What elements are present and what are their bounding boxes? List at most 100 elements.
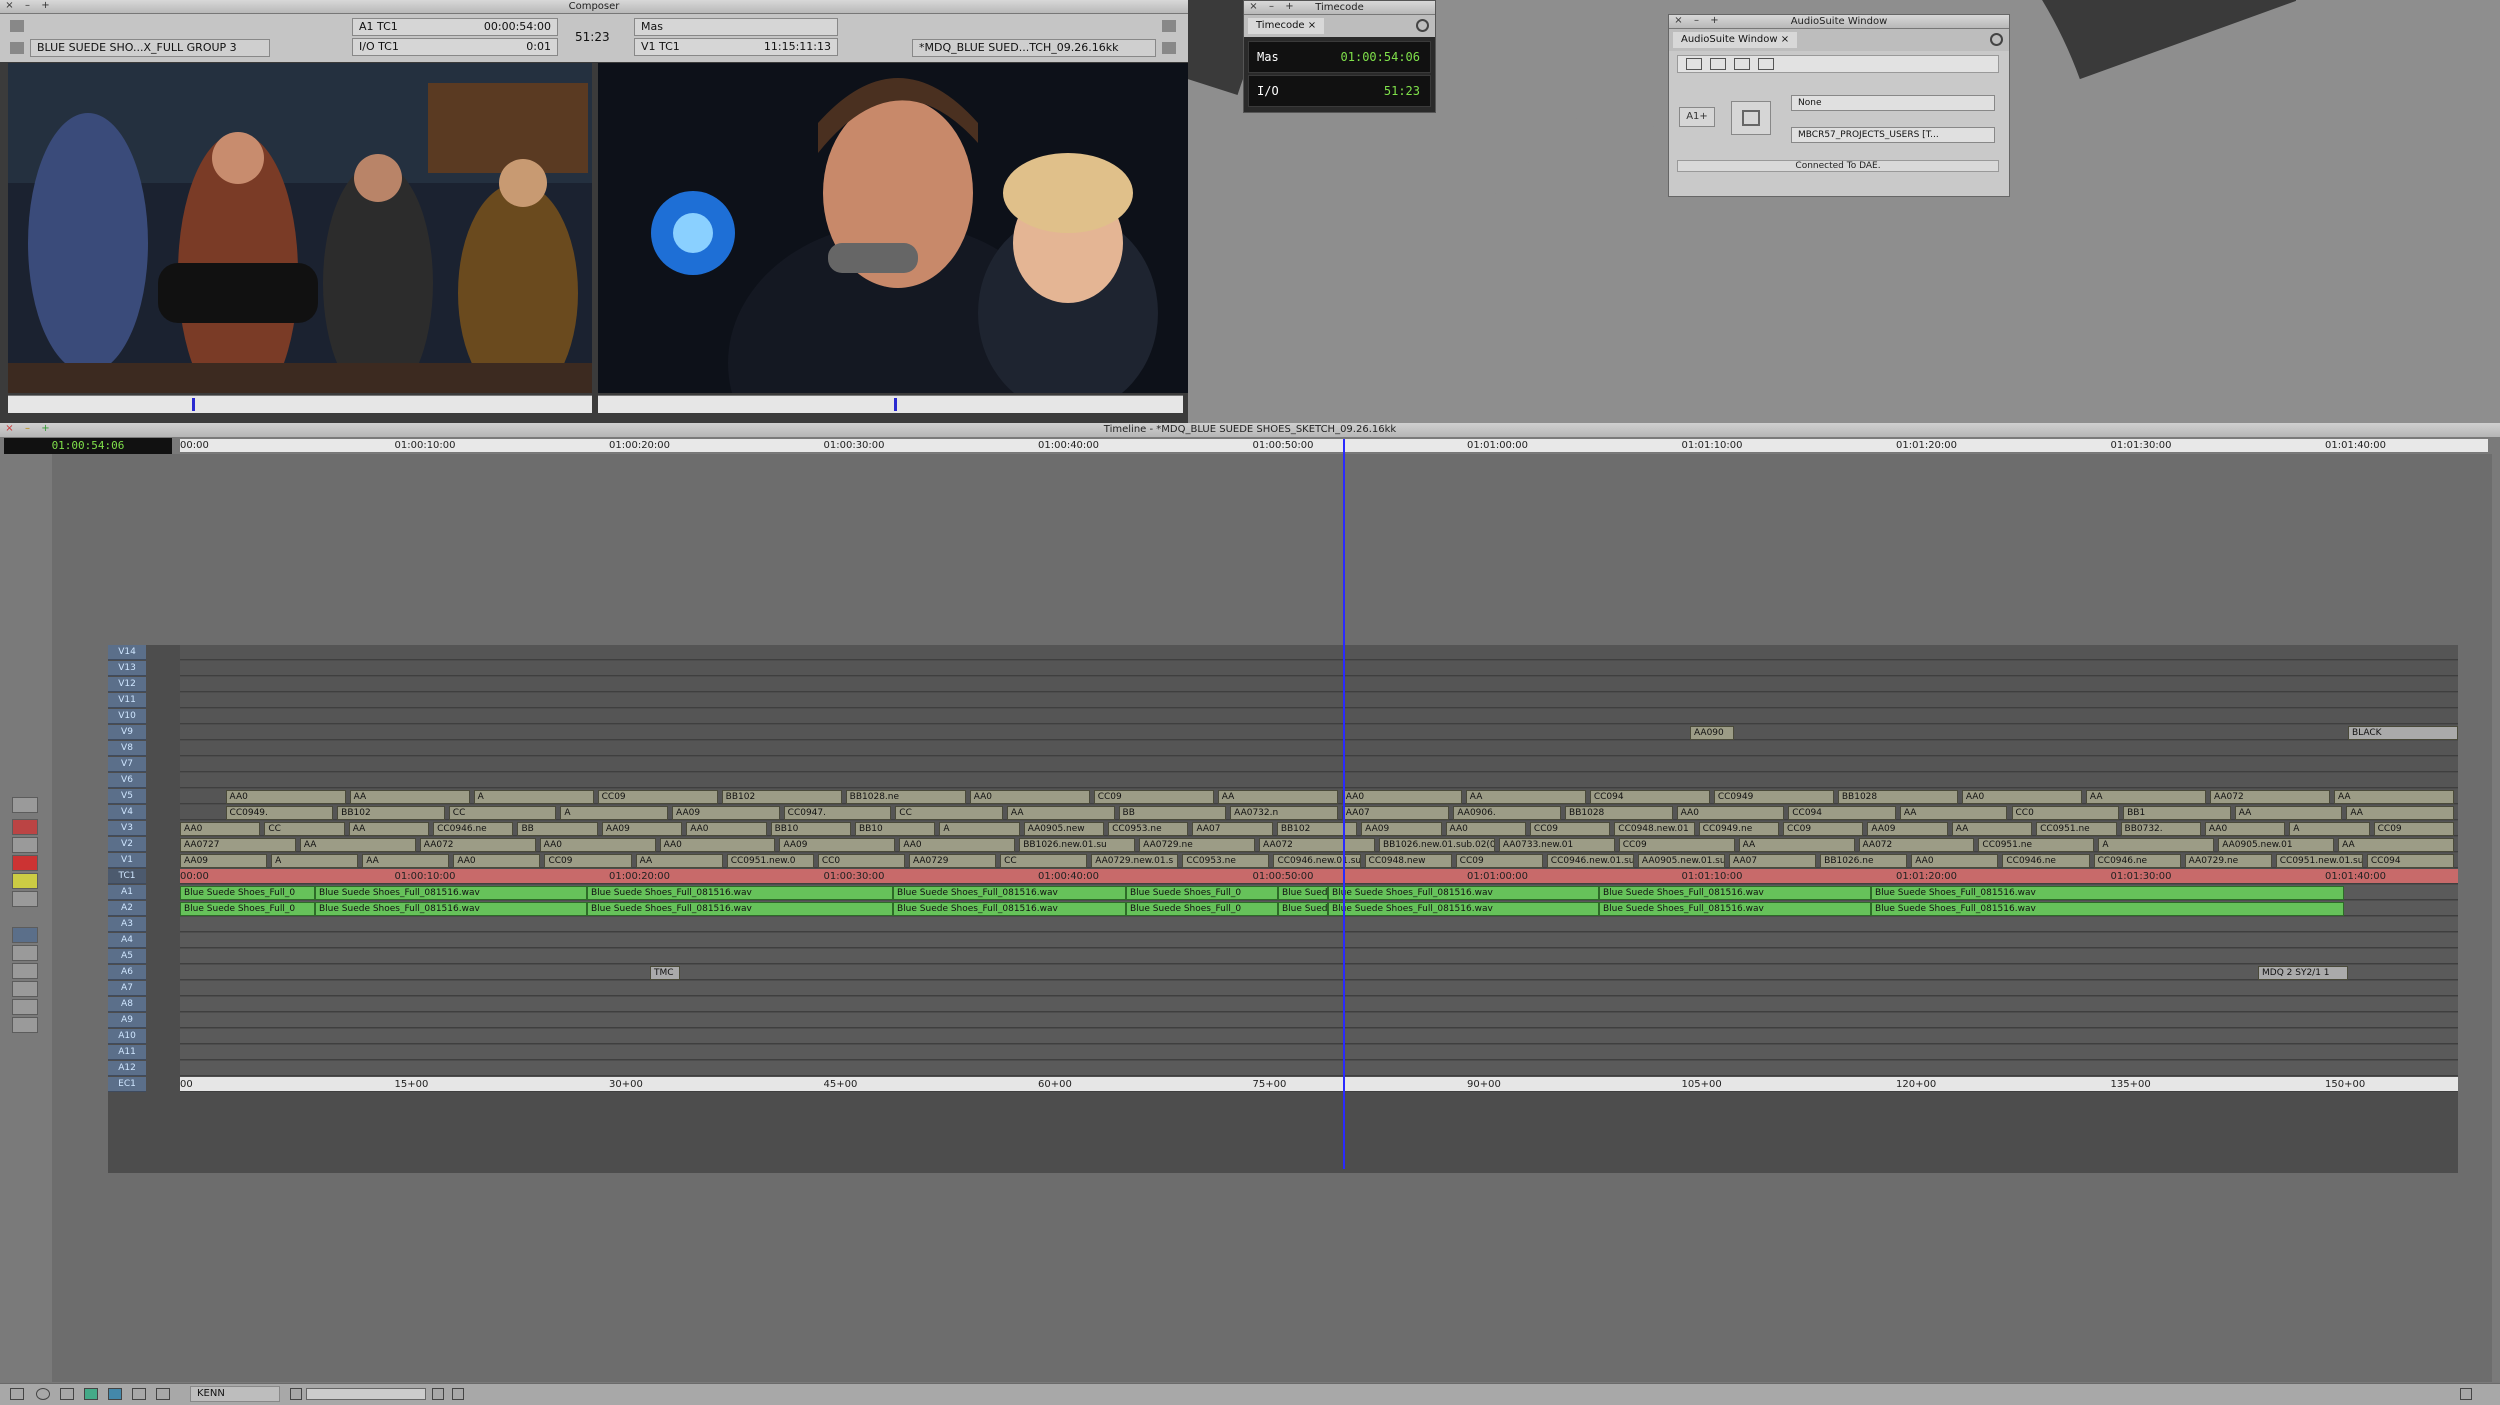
audio-clip[interactable]: Blue Suede Shoes_Full_081516.wav (1278, 902, 1328, 916)
video-clip[interactable]: A (271, 854, 359, 868)
extract-icon[interactable] (12, 873, 38, 889)
audio-clip[interactable]: Blue Suede Shoes_Full_0 (180, 886, 315, 900)
audio-clip[interactable]: Blue Suede Shoes_Full_081516.wav (1328, 902, 1599, 916)
video-clip[interactable]: AA0 (969, 790, 1090, 804)
destination-select[interactable]: MBCR57_PROJECTS_USERS [T... (1791, 127, 1995, 143)
track-selector-v7[interactable]: V7 (108, 757, 146, 772)
composer-title-bar[interactable]: × – + Composer (0, 0, 1188, 14)
audio-clip[interactable]: TMC (650, 966, 680, 980)
scroll-right-icon[interactable] (452, 1388, 464, 1400)
track-selector-v1[interactable]: V1 (108, 853, 146, 868)
video-clip[interactable]: AA07 (1729, 854, 1817, 868)
track-selector-v8[interactable]: V8 (108, 741, 146, 756)
source-monitor[interactable] (8, 63, 592, 393)
video-clip[interactable]: BB1 (2123, 806, 2231, 820)
audio-clip[interactable]: Blue Suede Shoes_Full_081516.wav (1328, 886, 1599, 900)
video-clip[interactable]: AA072 (1259, 838, 1375, 852)
audio-clip[interactable]: Blue Suede Shoes_Full_081516.wav (1871, 902, 2344, 916)
video-clip[interactable]: AA (2234, 806, 2343, 820)
video-clip[interactable]: AA09 (180, 854, 268, 868)
video-clip[interactable]: AA072 (2209, 790, 2330, 804)
track-lane-v9[interactable] (180, 725, 2458, 740)
video-clip[interactable]: AA0 (1911, 854, 1999, 868)
up-arrow-icon[interactable] (156, 1388, 170, 1400)
track-lane-a5[interactable] (180, 949, 2458, 964)
audio-clip[interactable]: Blue Suede Shoes_Full_0 (1126, 902, 1278, 916)
maximize-icon[interactable]: + (1284, 2, 1295, 13)
track-selector-v4[interactable]: V4 (108, 805, 146, 820)
scroll-end-icon[interactable] (2460, 1388, 2472, 1400)
video-clip[interactable]: AA0 (1445, 822, 1526, 836)
track-selector-a9[interactable]: A9 (108, 1013, 146, 1028)
track-selector-v14[interactable]: V14 (108, 645, 146, 660)
video-clip[interactable]: AA09 (672, 806, 780, 820)
maximize-icon[interactable]: + (40, 1, 51, 12)
video-clip[interactable]: CC09 (544, 854, 632, 868)
track-lane-a10[interactable] (180, 1029, 2458, 1044)
video-clip[interactable]: AA (2085, 790, 2206, 804)
video-clip[interactable]: AA09 (1867, 822, 1948, 836)
video-clip[interactable]: A (560, 806, 669, 820)
focus-icon[interactable] (60, 1388, 74, 1400)
video-clip[interactable]: AA0905.new.01.sub.03(G) (1637, 854, 1726, 868)
settings-icon[interactable] (1416, 19, 1429, 32)
video-clip[interactable]: BB102 (1276, 822, 1358, 836)
audiosuite-tab[interactable]: AudioSuite Window × (1673, 32, 1798, 48)
effects-icon[interactable] (12, 981, 38, 997)
video-clip[interactable]: CC (1000, 854, 1088, 868)
video-clip[interactable]: AA0729.ne (1139, 838, 1256, 852)
audio-clip[interactable]: Blue Suede Shoes_Full_081516.wav (1599, 886, 1871, 900)
audio-icon[interactable] (12, 945, 38, 961)
menu-icon-right[interactable] (1162, 20, 1176, 32)
user-select[interactable]: KENN (190, 1386, 280, 1402)
plugin-select[interactable]: None (1791, 95, 1995, 111)
video-clip[interactable]: CC0946.new.01.su (1546, 854, 1634, 868)
video-clip[interactable]: AA (1951, 822, 2033, 836)
video-clip[interactable]: BB (517, 822, 598, 836)
menu-icon[interactable] (10, 20, 24, 32)
video-clip[interactable]: AA (299, 838, 416, 852)
timeline-title-bar[interactable]: × – + Timeline - *MDQ_BLUE SUEDE SHOES_S… (0, 423, 2500, 437)
video-clip[interactable]: CC09 (597, 790, 718, 804)
mas-tc-display[interactable]: Mas (634, 18, 838, 36)
minimize-icon[interactable]: – (1691, 16, 1702, 27)
track-selector-a2[interactable]: A2 (108, 901, 146, 916)
trim-icon[interactable] (12, 999, 38, 1015)
track-selector-v6[interactable]: V6 (108, 773, 146, 788)
io-tc-display[interactable]: I/O TC1 0:01 (352, 38, 558, 56)
tc-track-ruler[interactable]: 00:00 01:00:10:00 01:00:20:00 01:00:30:00 01… (180, 869, 2458, 884)
audio-clip[interactable]: MDQ 2 SY2/1 1 (2258, 966, 2348, 980)
video-clip[interactable]: CC0953.ne (1182, 854, 1270, 868)
video-clip[interactable]: AA0729 (908, 854, 997, 868)
waveform-icon[interactable] (12, 963, 38, 979)
audio-clip[interactable]: Blue Suede Shoes_Full_081516.wav (315, 902, 587, 916)
video-clip[interactable]: CC0948.new (1364, 854, 1452, 868)
video-clip[interactable]: AA (348, 822, 430, 836)
video-clip[interactable]: CC0946.ne (433, 822, 514, 836)
audiosuite-title-bar[interactable]: × – + AudioSuite Window (1669, 15, 2009, 29)
track-lane-v14[interactable] (180, 645, 2458, 660)
video-clip[interactable]: AA0 (539, 838, 656, 852)
video-clip[interactable]: CC0947. (783, 806, 892, 820)
video-clip[interactable]: CC (448, 806, 557, 820)
track-selector-a10[interactable]: A10 (108, 1029, 146, 1044)
video-clip[interactable]: CC0951.ne (2036, 822, 2117, 836)
video-clip[interactable]: BB1028 (1837, 790, 1958, 804)
track-lane-v7[interactable] (180, 757, 2458, 772)
video-clip[interactable]: CC09 (1455, 854, 1543, 868)
track-selector-a3[interactable]: A3 (108, 917, 146, 932)
a1-tc-display[interactable]: A1 TC1 00:00:54:00 (352, 18, 558, 36)
sequence-select[interactable]: *MDQ_BLUE SUED...TCH_09.26.16kk (912, 39, 1156, 57)
video-clip[interactable]: AA07 (1192, 822, 1273, 836)
audio-clip[interactable]: Blue Suede Shoes_Full_081516.wav (893, 886, 1126, 900)
video-clip[interactable]: BLACK (2348, 726, 2458, 740)
toggle-icon[interactable] (132, 1388, 146, 1400)
grid-icon[interactable] (36, 1388, 50, 1400)
ec-track-ruler[interactable]: 00 15+00 30+00 45+00 60+00 75+00 90+00 105+00 12… (180, 1077, 2458, 1092)
track-lane-a12[interactable] (180, 1061, 2458, 1076)
video-clip[interactable]: BB1026.ne (1820, 854, 1908, 868)
audio-clip[interactable]: Blue Suede Shoes_Full_081516.wav (1871, 886, 2344, 900)
track-selector-a6[interactable]: A6 (108, 965, 146, 980)
video-clip[interactable]: BB (1118, 806, 1227, 820)
track-selector-v11[interactable]: V11 (108, 693, 146, 708)
